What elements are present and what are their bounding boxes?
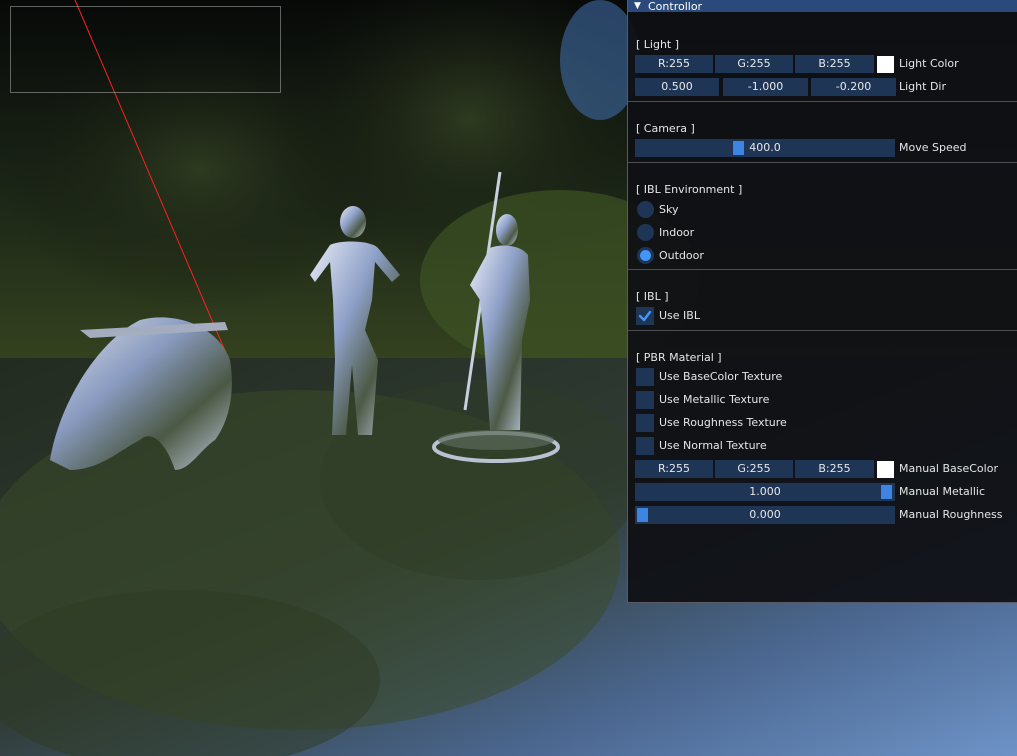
use-ibl-checkbox[interactable] — [636, 307, 654, 325]
light-color-b-field[interactable]: B:255 — [795, 55, 874, 73]
basecolor-g-field[interactable]: G:255 — [715, 460, 793, 478]
radio-indoor-label: Indoor — [659, 226, 695, 239]
radio-sky-label: Sky — [659, 203, 679, 216]
basecolor-r-field[interactable]: R:255 — [635, 460, 713, 478]
separator — [628, 269, 1017, 270]
light-dir-z-field[interactable]: -0.200 — [811, 78, 896, 96]
light-section-header: [ Light ] — [636, 38, 680, 51]
basecolor-label: Manual BaseColor — [899, 462, 998, 475]
panel-titlebar[interactable]: ▼ Controllor — [628, 0, 1017, 12]
use-basecolor-texture-label: Use BaseColor Texture — [659, 370, 783, 383]
metallic-label: Manual Metallic — [899, 485, 985, 498]
use-ibl-label: Use IBL — [659, 309, 700, 322]
panel-title: Controllor — [648, 0, 703, 13]
light-color-swatch[interactable] — [877, 56, 894, 73]
slider-grab[interactable] — [637, 508, 648, 522]
radio-indoor[interactable] — [637, 224, 654, 241]
light-color-label: Light Color — [899, 57, 959, 70]
slider-grab[interactable] — [733, 141, 744, 155]
use-metallic-texture-checkbox[interactable] — [636, 391, 654, 409]
move-speed-slider[interactable]: 400.0 — [635, 139, 895, 157]
metallic-value: 1.000 — [749, 485, 781, 498]
use-basecolor-texture-checkbox[interactable] — [636, 368, 654, 386]
camera-section-header: [ Camera ] — [636, 122, 695, 135]
roughness-value: 0.000 — [749, 508, 781, 521]
light-dir-x-field[interactable]: 0.500 — [635, 78, 719, 96]
separator — [628, 330, 1017, 331]
checkmark-icon — [638, 310, 652, 322]
pbr-section-header: [ PBR Material ] — [636, 351, 722, 364]
light-dir-label: Light Dir — [899, 80, 946, 93]
use-normal-texture-checkbox[interactable] — [636, 437, 654, 455]
slider-grab[interactable] — [881, 485, 892, 499]
separator — [628, 162, 1017, 163]
use-roughness-texture-checkbox[interactable] — [636, 414, 654, 432]
use-metallic-texture-label: Use Metallic Texture — [659, 393, 770, 406]
basecolor-b-field[interactable]: B:255 — [795, 460, 874, 478]
metallic-slider[interactable]: 1.000 — [635, 483, 895, 501]
move-speed-label: Move Speed — [899, 141, 967, 154]
collapse-triangle-icon[interactable]: ▼ — [634, 0, 648, 12]
radio-outdoor-label: Outdoor — [659, 249, 704, 262]
move-speed-value: 400.0 — [749, 141, 781, 154]
controller-panel[interactable]: ▼ Controllor [ Light ] R:255 G:255 B:255… — [627, 0, 1017, 603]
roughness-label: Manual Roughness — [899, 508, 1003, 521]
ibl-section-header: [ IBL ] — [636, 290, 669, 303]
separator — [628, 101, 1017, 102]
roughness-slider[interactable]: 0.000 — [635, 506, 895, 524]
use-normal-texture-label: Use Normal Texture — [659, 439, 767, 452]
light-color-r-field[interactable]: R:255 — [635, 55, 713, 73]
basecolor-swatch[interactable] — [877, 461, 894, 478]
use-roughness-texture-label: Use Roughness Texture — [659, 416, 787, 429]
ibl-env-section-header: [ IBL Environment ] — [636, 183, 743, 196]
light-color-g-field[interactable]: G:255 — [715, 55, 793, 73]
radio-sky[interactable] — [637, 201, 654, 218]
light-dir-y-field[interactable]: -1.000 — [723, 78, 808, 96]
radio-outdoor[interactable] — [637, 247, 654, 264]
overlay-frame — [10, 6, 281, 93]
